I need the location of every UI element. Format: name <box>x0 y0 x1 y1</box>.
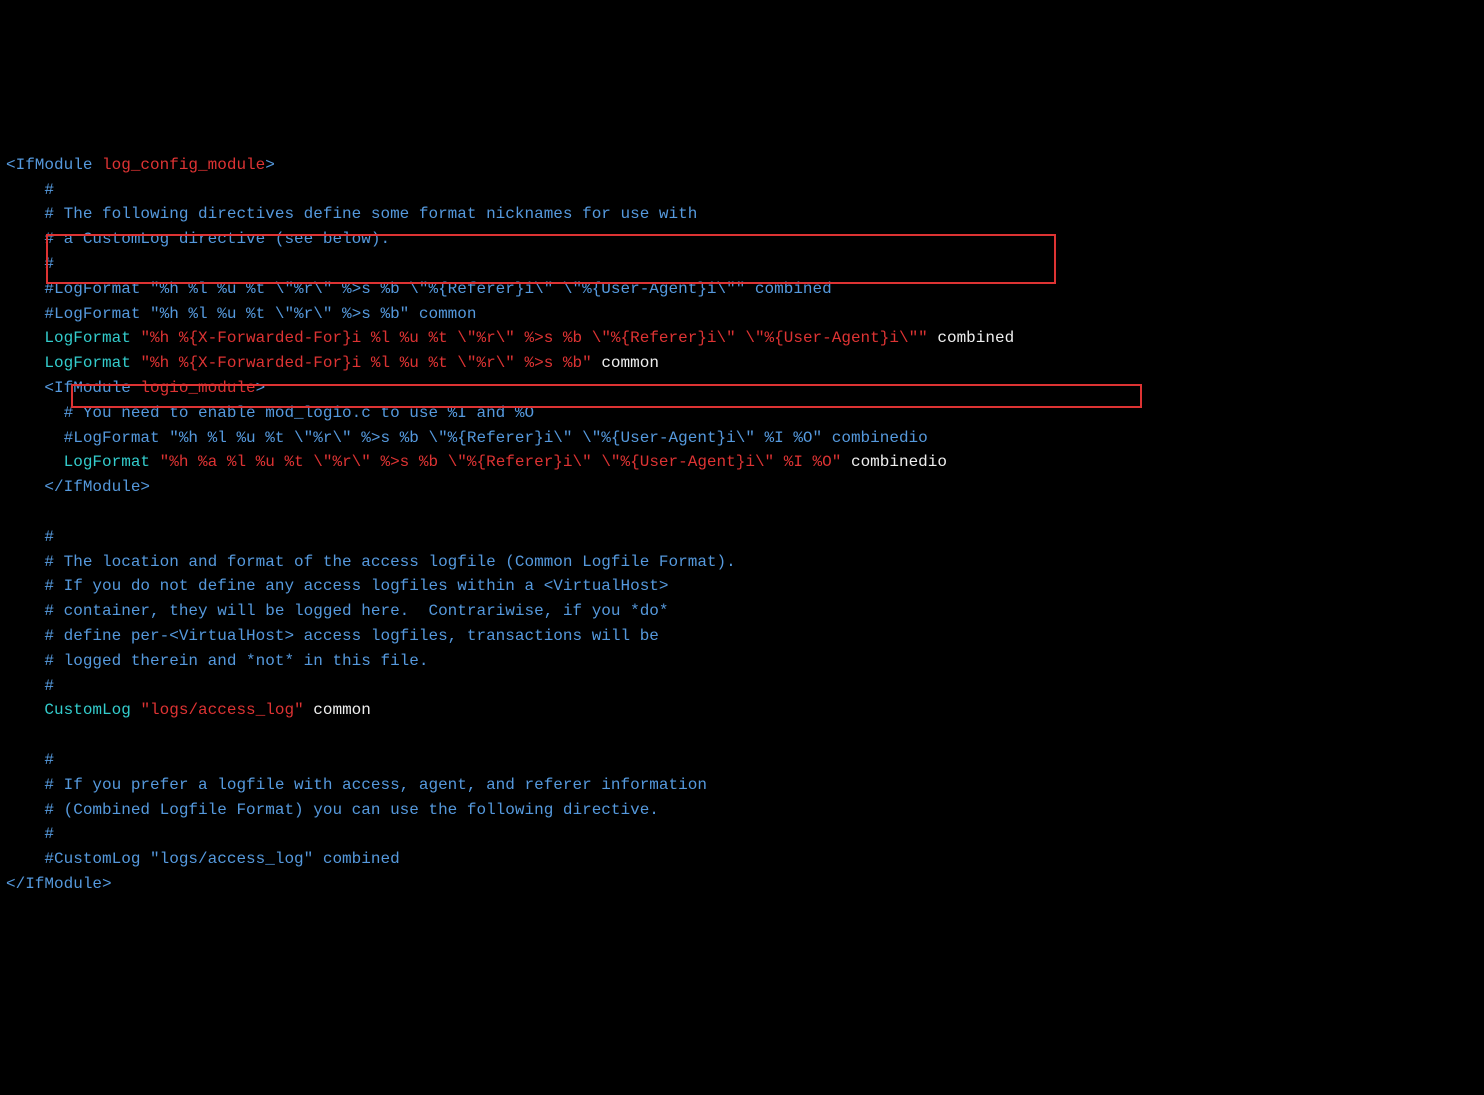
code-line: </IfModule> <box>6 872 1478 897</box>
token-tag: <IfModule <box>44 379 140 397</box>
token-literal <box>6 379 44 397</box>
code-line: # <box>6 822 1478 847</box>
token-tag: > <box>256 379 266 397</box>
code-line <box>6 500 1478 525</box>
token-quoted: "%h %{X-Forwarded-For}i %l %u %t \"%r\" … <box>140 354 591 372</box>
code-line: <IfModule logio_module> <box>6 376 1478 401</box>
token-literal <box>6 453 64 471</box>
token-comment: # The location and format of the access … <box>6 553 736 571</box>
token-comment: # a CustomLog directive (see below). <box>6 230 390 248</box>
code-line: # (Combined Logfile Format) you can use … <box>6 798 1478 823</box>
code-line: #LogFormat "%h %l %u %t \"%r\" %>s %b \"… <box>6 426 1478 451</box>
token-quoted: "%h %a %l %u %t \"%r\" %>s %b \"%{Refere… <box>160 453 842 471</box>
code-line: # define per-<VirtualHost> access logfil… <box>6 624 1478 649</box>
code-line: LogFormat "%h %{X-Forwarded-For}i %l %u … <box>6 326 1478 351</box>
code-line: # The following directives define some f… <box>6 202 1478 227</box>
code-line: # a CustomLog directive (see below). <box>6 227 1478 252</box>
token-directive: LogFormat <box>64 453 150 471</box>
token-close-tag: </IfModule> <box>6 875 112 893</box>
code-line: # <box>6 674 1478 699</box>
token-comment: #LogFormat "%h %l %u %t \"%r\" %>s %b \"… <box>6 429 928 447</box>
code-line: <IfModule log_config_module> <box>6 153 1478 178</box>
token-close-tag: </IfModule> <box>44 478 150 496</box>
code-line: # <box>6 252 1478 277</box>
token-literal: common <box>592 354 659 372</box>
code-line: # container, they will be logged here. C… <box>6 599 1478 624</box>
code-line: # You need to enable mod_logio.c to use … <box>6 401 1478 426</box>
token-directive: LogFormat <box>44 354 130 372</box>
code-line <box>6 723 1478 748</box>
token-comment: # define per-<VirtualHost> access logfil… <box>6 627 659 645</box>
token-comment: #CustomLog "logs/access_log" combined <box>6 850 400 868</box>
token-literal: combinedio <box>841 453 947 471</box>
token-comment: # (Combined Logfile Format) you can use … <box>6 801 659 819</box>
code-line: # logged therein and *not* in this file. <box>6 649 1478 674</box>
token-literal <box>6 701 44 719</box>
token-comment: # The following directives define some f… <box>6 205 697 223</box>
token-quoted: "logs/access_log" <box>140 701 303 719</box>
token-comment: #LogFormat "%h %l %u %t \"%r\" %>s %b \"… <box>6 280 832 298</box>
code-line: # <box>6 525 1478 550</box>
token-comment: # <box>6 825 54 843</box>
token-literal <box>131 329 141 347</box>
code-line: #LogFormat "%h %l %u %t \"%r\" %>s %b \"… <box>6 277 1478 302</box>
token-comment: # If you do not define any access logfil… <box>6 577 669 595</box>
code-line: # <box>6 748 1478 773</box>
code-line: # If you do not define any access logfil… <box>6 574 1478 599</box>
token-tag: <IfModule <box>6 156 102 174</box>
token-comment: # If you prefer a logfile with access, a… <box>6 776 707 794</box>
token-tag: > <box>265 156 275 174</box>
token-comment: # <box>6 181 54 199</box>
token-literal <box>131 354 141 372</box>
code-line: #LogFormat "%h %l %u %t \"%r\" %>s %b" c… <box>6 302 1478 327</box>
token-literal <box>131 701 141 719</box>
code-block: <IfModule log_config_module> # # The fol… <box>6 153 1478 897</box>
token-comment: # <box>6 751 54 769</box>
token-comment: # <box>6 255 54 273</box>
code-line: </IfModule> <box>6 475 1478 500</box>
token-directive: LogFormat <box>44 329 130 347</box>
token-literal <box>6 329 44 347</box>
token-literal <box>6 478 44 496</box>
code-line: # The location and format of the access … <box>6 550 1478 575</box>
code-line: #CustomLog "logs/access_log" combined <box>6 847 1478 872</box>
code-line: LogFormat "%h %a %l %u %t \"%r\" %>s %b … <box>6 450 1478 475</box>
token-comment: # container, they will be logged here. C… <box>6 602 669 620</box>
token-quoted: "%h %{X-Forwarded-For}i %l %u %t \"%r\" … <box>140 329 927 347</box>
apache-config-code: <IfModule log_config_module> # # The fol… <box>6 103 1478 971</box>
token-module: logio_module <box>140 379 255 397</box>
token-literal <box>150 453 160 471</box>
token-comment: #LogFormat "%h %l %u %t \"%r\" %>s %b" c… <box>6 305 476 323</box>
code-line: LogFormat "%h %{X-Forwarded-For}i %l %u … <box>6 351 1478 376</box>
token-literal: combined <box>928 329 1014 347</box>
code-line: # <box>6 178 1478 203</box>
code-line: CustomLog "logs/access_log" common <box>6 698 1478 723</box>
code-line: # If you prefer a logfile with access, a… <box>6 773 1478 798</box>
token-literal <box>6 354 44 372</box>
token-comment: # <box>6 677 54 695</box>
token-comment: # logged therein and *not* in this file. <box>6 652 428 670</box>
token-comment: # You need to enable mod_logio.c to use … <box>6 404 534 422</box>
token-directive: CustomLog <box>44 701 130 719</box>
token-module: log_config_module <box>102 156 265 174</box>
token-comment: # <box>6 528 54 546</box>
token-literal: common <box>304 701 371 719</box>
